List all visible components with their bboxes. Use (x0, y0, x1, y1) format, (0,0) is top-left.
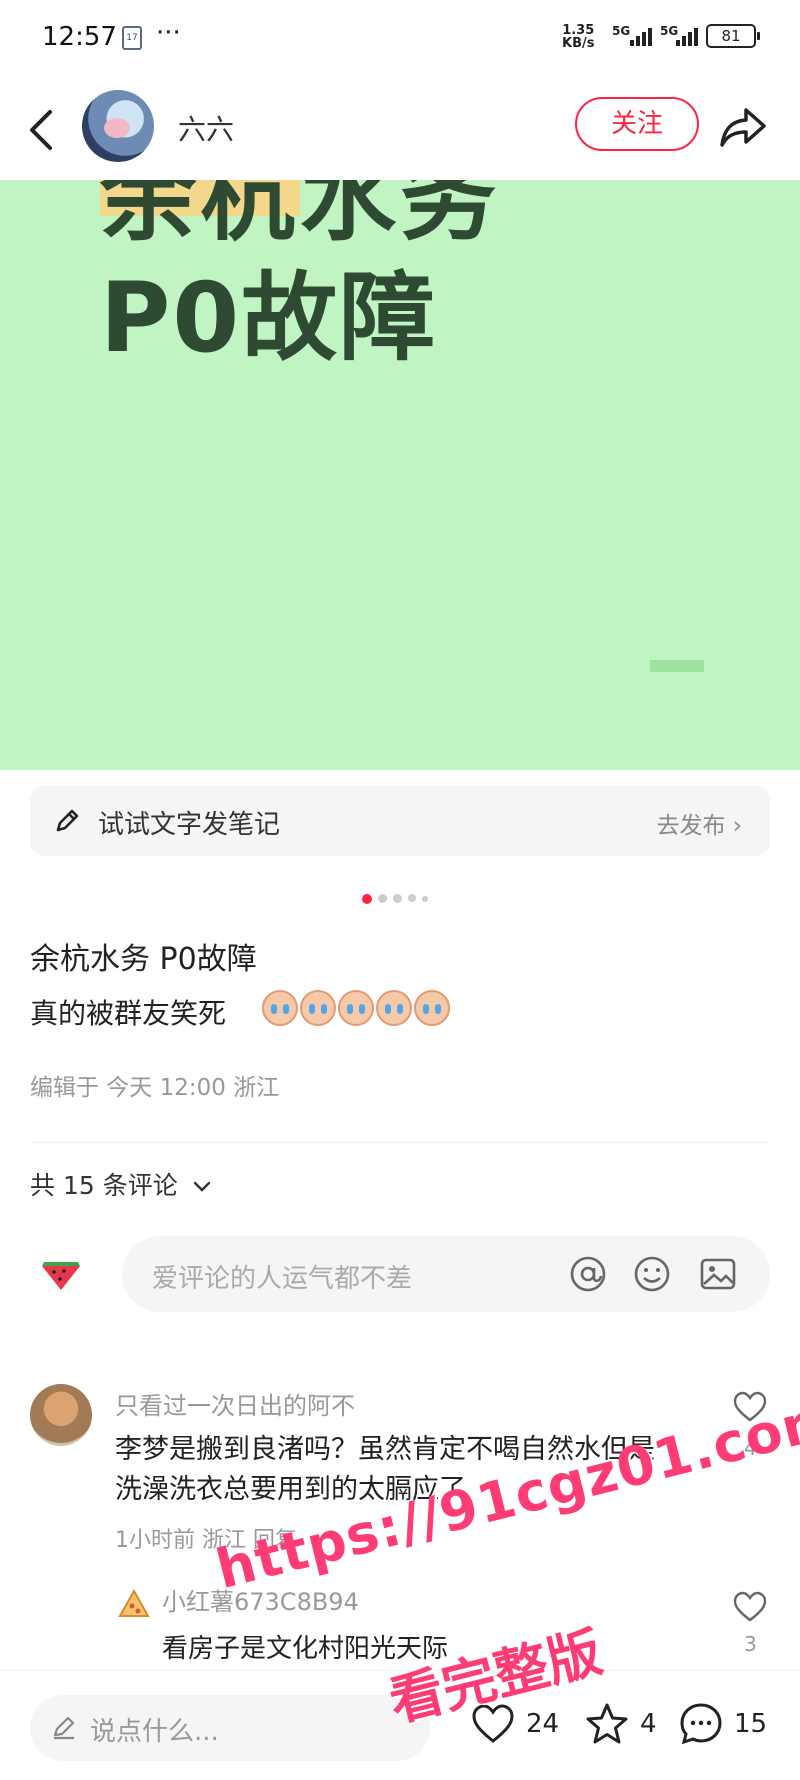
crying-emoji-icon (262, 990, 298, 1026)
comment-input[interactable]: 爱评论的人运气都不差 (122, 1236, 770, 1312)
comment-sort-toggle[interactable]: 共 15 条评论 (30, 1166, 212, 1202)
chevron-down-icon (193, 1181, 210, 1192)
back-button[interactable] (22, 102, 62, 158)
crying-emoji-icon (414, 990, 450, 1026)
say-something-placeholder: 说点什么... (90, 1717, 219, 1747)
like-count: 24 (526, 1709, 560, 1739)
comment-count: 共 15 条评论 (30, 1171, 178, 1200)
publish-link[interactable]: 去发布 › (656, 806, 742, 840)
calendar-icon: 17 (122, 26, 142, 50)
net-speed-unit: KB/s (562, 36, 595, 51)
emoji-icon[interactable] (632, 1254, 672, 1294)
post-meta: 编辑于 今天 12:00 浙江 (30, 1075, 280, 1101)
image-icon[interactable] (698, 1254, 738, 1294)
say-something-input[interactable]: 说点什么... (30, 1695, 430, 1761)
post-body: 真的被群友笑死 (30, 997, 227, 1030)
follow-button[interactable]: 关注 (575, 97, 699, 151)
post-header: 六六 关注 (0, 80, 800, 180)
image-pager (360, 892, 440, 904)
hero-decoration (650, 660, 704, 672)
author-avatar[interactable] (82, 90, 154, 162)
comment-bubble-icon[interactable] (678, 1701, 724, 1747)
crying-emoji-icon (300, 990, 336, 1026)
pizza-avatar-icon[interactable] (118, 1588, 150, 1620)
divider (30, 1142, 770, 1143)
signal-icon (630, 28, 652, 46)
share-icon (720, 108, 766, 147)
pager-dot (422, 896, 428, 902)
mention-icon[interactable] (568, 1254, 608, 1294)
comment-count-bottom: 15 (734, 1709, 768, 1739)
status-time: 12:57 (42, 22, 117, 52)
crying-emoji-icon (376, 990, 412, 1026)
text-note-label: 试试文字发笔记 (98, 810, 281, 840)
text-note-banner[interactable]: 试试文字发笔记 去发布 › (30, 786, 770, 856)
pager-dot-active (362, 894, 372, 904)
pen-icon (56, 809, 79, 832)
battery-icon: 81 (706, 24, 760, 48)
watermelon-icon (42, 1262, 80, 1290)
commenter-avatar[interactable] (30, 1384, 92, 1446)
share-button[interactable] (718, 102, 768, 152)
signal-icon-2 (676, 28, 698, 46)
hero-text-line2: P0故障 (100, 262, 438, 374)
status-bar: 12:57 17 ··· 1.35 KB/s 5G 5G 81 (0, 0, 800, 80)
net-speed: 1.35 KB/s (562, 24, 594, 50)
post-image[interactable]: 余杭水务 P0故障 (0, 180, 800, 770)
heart-icon[interactable] (732, 1590, 768, 1624)
reply-like-count: 3 (744, 1632, 757, 1656)
crying-emoji-icon (338, 990, 374, 1026)
post-title: 余杭水务 P0故障 (30, 942, 257, 977)
sim1-label: 5G (612, 24, 631, 38)
author-name[interactable]: 六六 (178, 108, 234, 148)
comment-input-placeholder: 爱评论的人运气都不差 (152, 1264, 413, 1294)
collect-star-icon[interactable] (584, 1701, 630, 1747)
commenter-name[interactable]: 只看过一次日出的阿不 (115, 1386, 355, 1421)
chevron-left-icon (30, 110, 52, 150)
more-notifications-icon: ··· (156, 18, 181, 48)
collect-count: 4 (640, 1709, 657, 1739)
pen-icon (53, 1716, 75, 1740)
pager-dot (378, 894, 387, 903)
pager-dot (393, 894, 402, 903)
pager-dot (408, 894, 416, 902)
